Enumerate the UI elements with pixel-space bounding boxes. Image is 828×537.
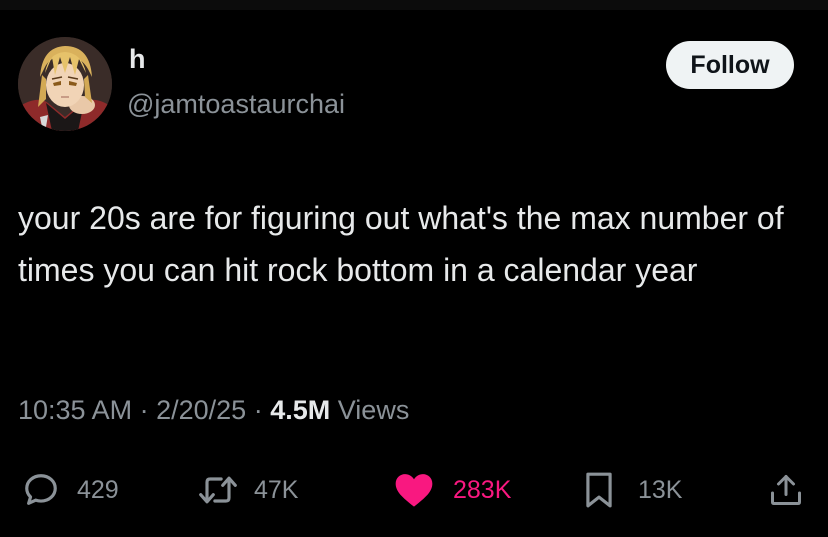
bookmark-icon bbox=[586, 472, 612, 508]
user-handle[interactable]: @jamtoastaurchai bbox=[127, 91, 345, 118]
heart-icon bbox=[395, 474, 433, 507]
views-label[interactable]: Views bbox=[338, 395, 410, 425]
bookmark-button[interactable]: 13K bbox=[584, 466, 682, 514]
meta-separator: · bbox=[253, 395, 263, 425]
top-edge-band bbox=[0, 0, 828, 10]
repost-icon bbox=[199, 476, 237, 504]
views-count[interactable]: 4.5M bbox=[270, 395, 330, 425]
bookmark-count: 13K bbox=[638, 475, 683, 504]
reply-icon bbox=[25, 474, 57, 505]
follow-button[interactable]: Follow bbox=[666, 41, 794, 89]
like-count: 283K bbox=[453, 475, 512, 504]
tweet-date[interactable]: 2/20/25 bbox=[156, 395, 246, 425]
share-icon bbox=[771, 475, 801, 505]
tweet-time[interactable]: 10:35 AM bbox=[18, 395, 132, 425]
repost-count: 47K bbox=[254, 475, 299, 504]
tweet-meta: 10:35 AM · 2/20/25 · 4.5M Views bbox=[18, 397, 409, 424]
anime-character-avatar-icon bbox=[18, 37, 112, 131]
tweet-actions-bar: 429 47K 283K 13K bbox=[0, 466, 828, 514]
repost-button[interactable]: 47K bbox=[196, 466, 298, 514]
meta-separator: · bbox=[139, 395, 149, 425]
like-button[interactable]: 283K bbox=[394, 466, 511, 514]
share-button[interactable] bbox=[768, 466, 804, 514]
display-name[interactable]: h bbox=[129, 46, 146, 73]
tweet-text: your 20s are for figuring out what's the… bbox=[18, 200, 784, 288]
avatar[interactable] bbox=[18, 37, 112, 131]
reply-count: 429 bbox=[77, 475, 119, 504]
reply-button[interactable]: 429 bbox=[22, 466, 119, 514]
